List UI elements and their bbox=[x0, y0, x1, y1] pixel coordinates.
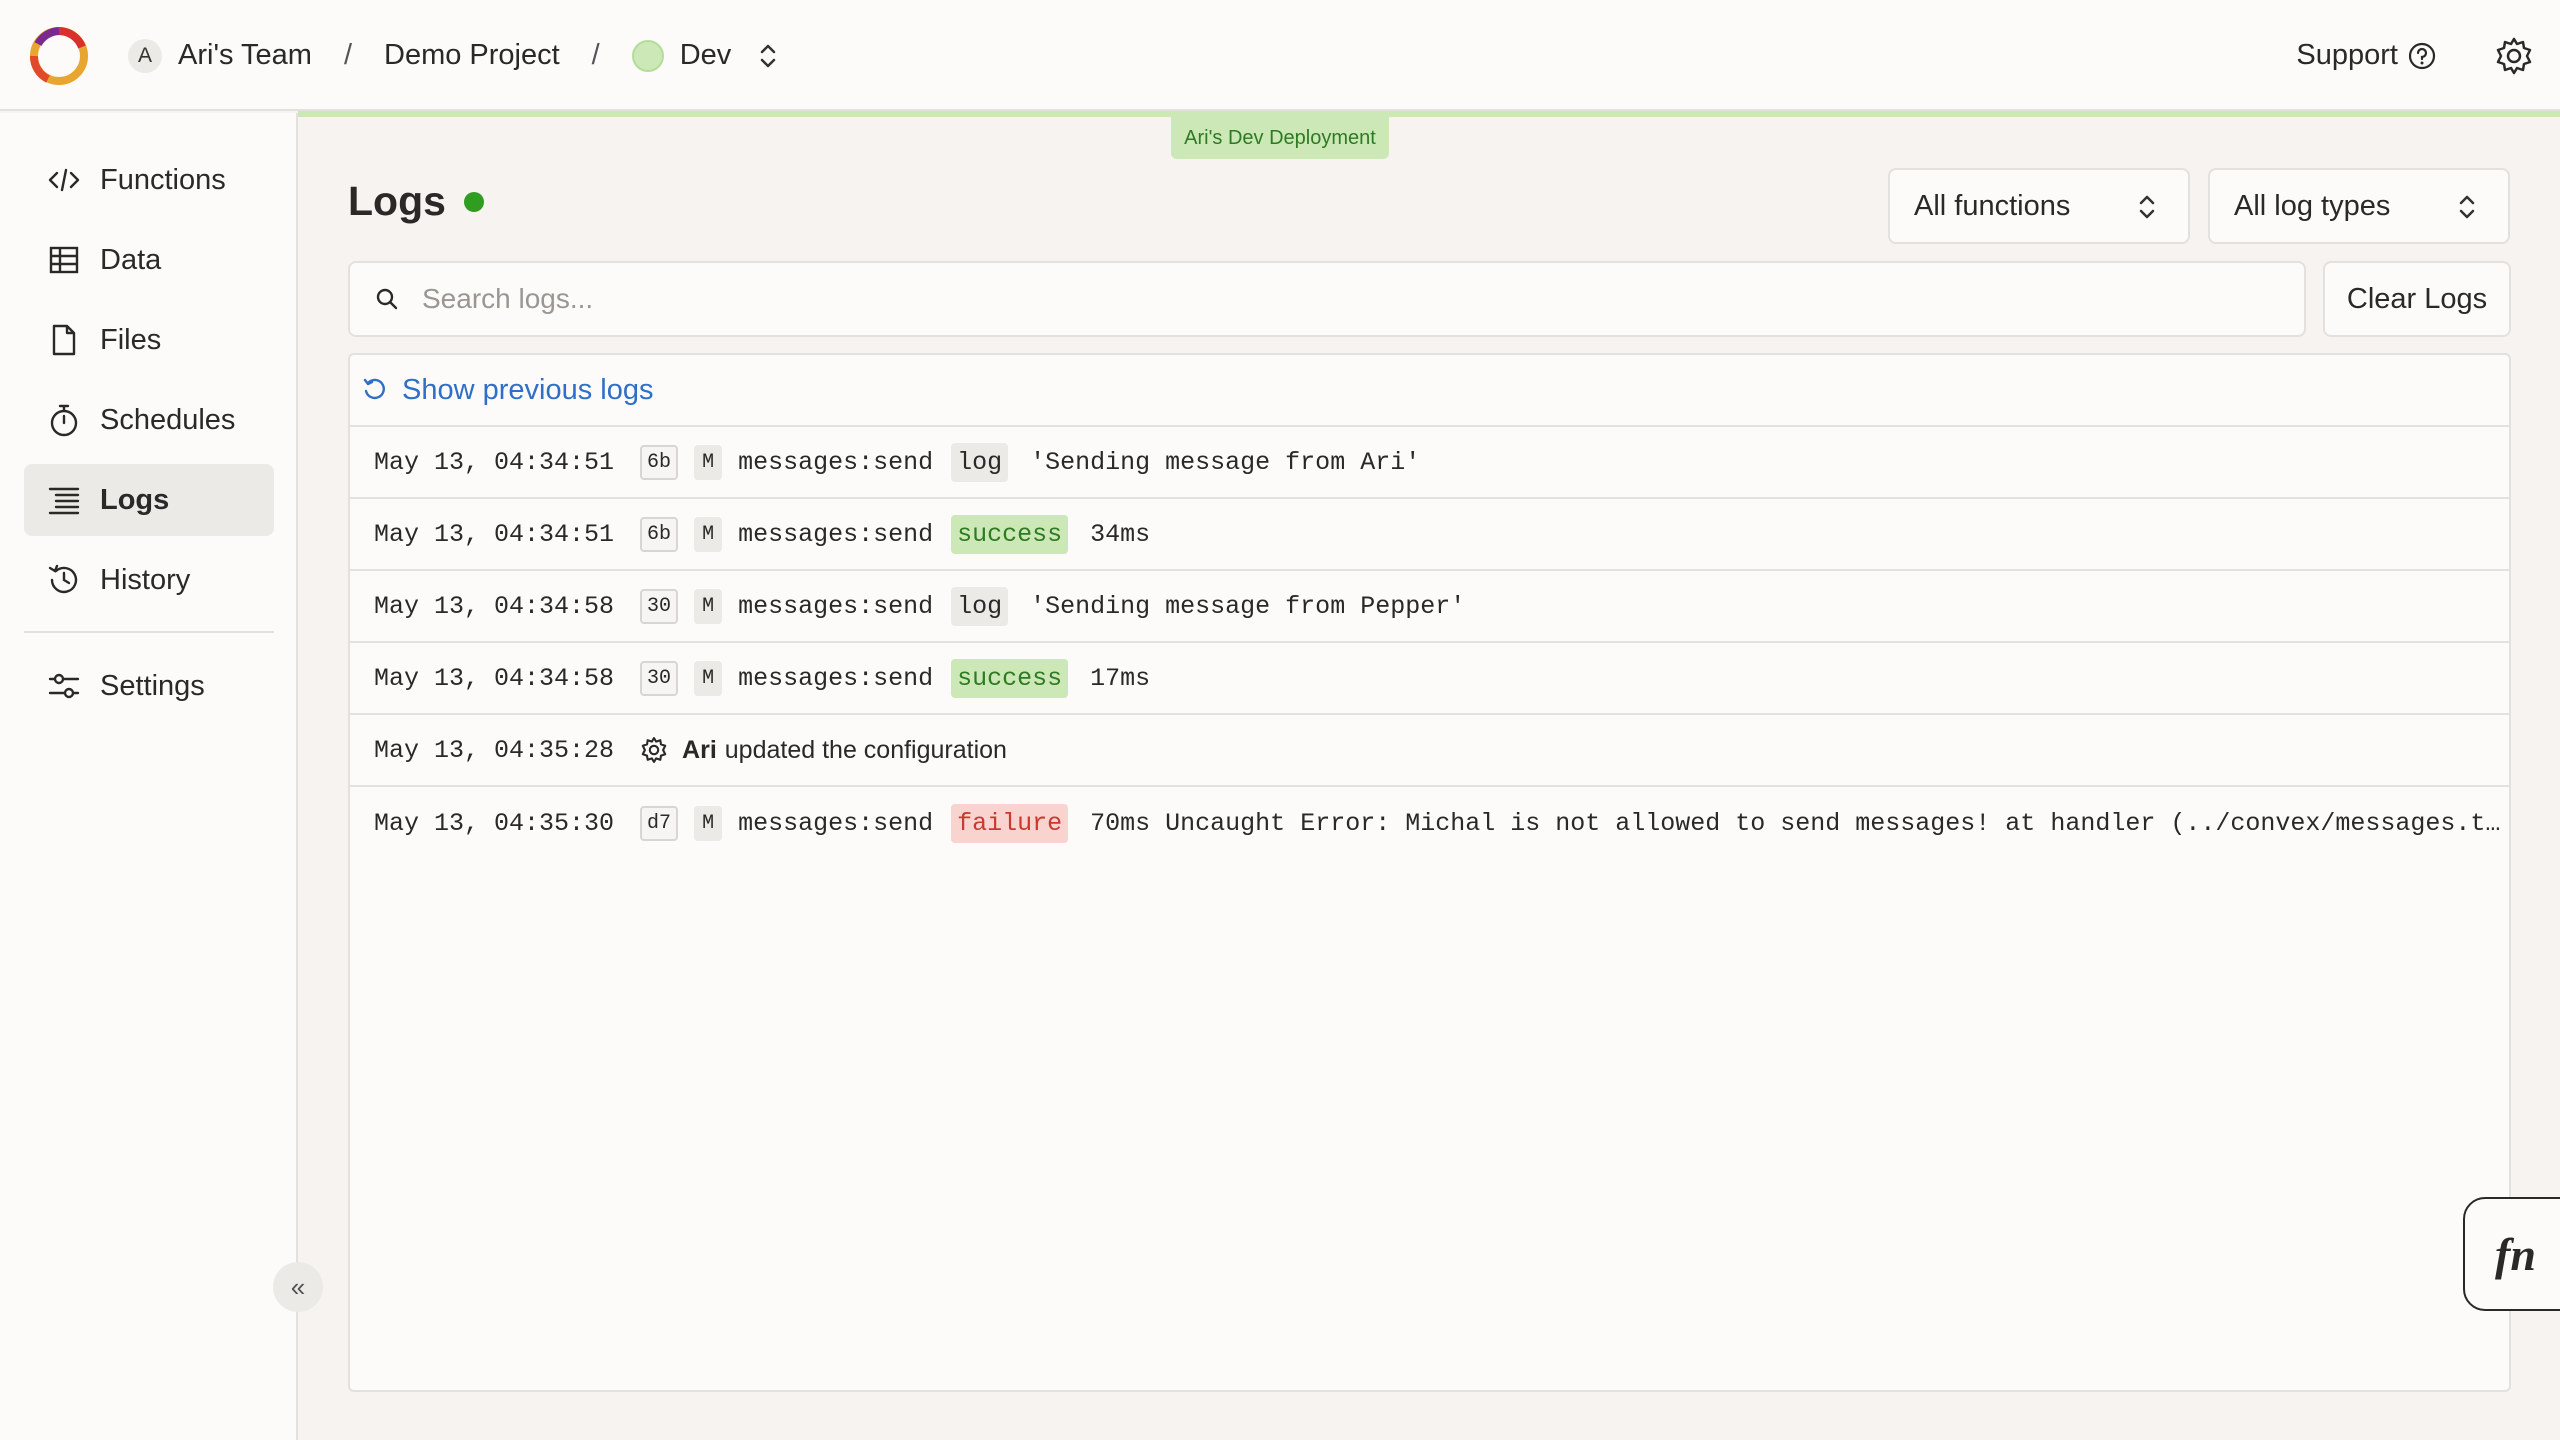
chevron-updown-icon bbox=[2139, 195, 2155, 219]
history-icon bbox=[48, 564, 78, 594]
search-box bbox=[348, 261, 2306, 337]
log-timestamp: May 13, 04:35:28 bbox=[374, 735, 615, 765]
page-title: Logs bbox=[348, 178, 484, 225]
chevron-updown-icon[interactable] bbox=[757, 41, 779, 71]
file-icon bbox=[52, 324, 76, 356]
breadcrumb-separator: / bbox=[591, 39, 600, 71]
log-message: 'Sending message from Pepper' bbox=[1030, 591, 1466, 621]
breadcrumb: A Ari's Team / Demo Project / Dev bbox=[128, 0, 779, 111]
log-timestamp: May 13, 04:34:51 bbox=[374, 519, 615, 549]
log-message: 'Sending message from Ari' bbox=[1030, 447, 1421, 477]
log-level-badge: success bbox=[951, 658, 1069, 698]
request-id-badge: d7 bbox=[640, 805, 679, 841]
top-bar: A Ari's Team / Demo Project / Dev Suppor… bbox=[0, 0, 2560, 111]
request-id-badge: 6b bbox=[640, 444, 679, 480]
log-row[interactable]: May 13, 04:34:51 6b M messages:send log … bbox=[350, 427, 2509, 499]
request-id-badge: 30 bbox=[640, 588, 679, 624]
log-timestamp: May 13, 04:34:58 bbox=[374, 663, 615, 693]
clear-logs-button[interactable]: Clear Logs bbox=[2323, 261, 2511, 337]
support-label: Support bbox=[2296, 39, 2398, 71]
sidebar-item-label: Logs bbox=[100, 483, 170, 516]
function-kind-badge: M bbox=[694, 805, 723, 841]
function-name: messages:send bbox=[738, 663, 934, 693]
function-name: messages:send bbox=[738, 519, 934, 549]
breadcrumb-separator: / bbox=[343, 39, 352, 71]
logs-panel: Show previous logs May 13, 04:34:51 6b M… bbox=[348, 353, 2511, 1392]
log-row[interactable]: May 13, 04:34:51 6b M messages:send succ… bbox=[350, 499, 2509, 571]
function-filter-value: All functions bbox=[1914, 189, 2071, 222]
show-previous-logs-link[interactable]: Show previous logs bbox=[350, 355, 2509, 427]
function-name: messages:send bbox=[738, 447, 934, 477]
undo-icon bbox=[363, 378, 385, 400]
gear-icon bbox=[641, 737, 667, 763]
sliders-icon bbox=[48, 673, 80, 699]
convex-logo-icon[interactable] bbox=[30, 27, 88, 85]
log-row[interactable]: May 13, 04:35:28 Ari updated the configu… bbox=[350, 715, 2509, 787]
log-message: 34ms bbox=[1090, 519, 1151, 549]
log-user: Ari bbox=[682, 735, 717, 764]
sidebar: Functions Data Files Schedules Logs Hist… bbox=[0, 113, 298, 1440]
team-name[interactable]: Ari's Team bbox=[178, 39, 312, 72]
log-level-badge: failure bbox=[951, 803, 1069, 843]
sidebar-item-files[interactable]: Files bbox=[24, 304, 274, 376]
sidebar-item-label: Schedules bbox=[100, 403, 236, 436]
log-timestamp: May 13, 04:34:58 bbox=[374, 591, 615, 621]
log-type-filter-select[interactable]: All log types bbox=[2208, 168, 2510, 244]
show-previous-logs-label: Show previous logs bbox=[402, 373, 654, 406]
code-icon bbox=[48, 168, 80, 192]
function-filter-select[interactable]: All functions bbox=[1888, 168, 2190, 244]
function-runner-button[interactable]: fn bbox=[2463, 1197, 2560, 1311]
log-row[interactable]: May 13, 04:34:58 30 M messages:send log … bbox=[350, 571, 2509, 643]
log-row[interactable]: May 13, 04:34:58 30 M messages:send succ… bbox=[350, 643, 2509, 715]
sidebar-item-logs[interactable]: Logs bbox=[24, 464, 274, 536]
function-kind-badge: M bbox=[694, 660, 723, 696]
sidebar-item-functions[interactable]: Functions bbox=[24, 144, 274, 216]
support-button[interactable]: Support bbox=[2296, 0, 2436, 111]
list-icon bbox=[48, 487, 80, 515]
function-name: messages:send bbox=[738, 591, 934, 621]
log-level-badge: log bbox=[951, 586, 1009, 626]
sidebar-item-settings[interactable]: Settings bbox=[24, 650, 274, 722]
log-message: 70ms Uncaught Error: Michal is not allow… bbox=[1090, 808, 2509, 838]
log-timestamp: May 13, 04:35:30 bbox=[374, 808, 615, 838]
sidebar-item-label: Files bbox=[100, 323, 162, 356]
function-name: messages:send bbox=[738, 808, 934, 838]
sidebar-item-label: Functions bbox=[100, 163, 226, 196]
log-message: 17ms bbox=[1090, 663, 1151, 693]
environment-dot bbox=[631, 39, 664, 72]
sidebar-divider bbox=[24, 631, 274, 633]
sidebar-item-label: Data bbox=[100, 243, 162, 276]
live-status-dot bbox=[463, 191, 484, 212]
log-timestamp: May 13, 04:34:51 bbox=[374, 447, 615, 477]
request-id-badge: 6b bbox=[640, 516, 679, 552]
sidebar-item-data[interactable]: Data bbox=[24, 224, 274, 296]
log-level-badge: log bbox=[951, 442, 1009, 482]
sidebar-item-history[interactable]: History bbox=[24, 544, 274, 616]
gear-icon[interactable] bbox=[2494, 36, 2534, 76]
function-kind-badge: M bbox=[694, 588, 723, 624]
team-avatar[interactable]: A bbox=[128, 38, 162, 73]
sidebar-item-label: Settings bbox=[100, 669, 205, 702]
request-id-badge: 30 bbox=[640, 660, 679, 696]
function-kind-badge: M bbox=[694, 516, 723, 552]
deployment-badge: Ari's Dev Deployment bbox=[1171, 117, 1389, 159]
page-title-text: Logs bbox=[348, 178, 446, 224]
sidebar-item-label: History bbox=[100, 563, 191, 596]
environment-name[interactable]: Dev bbox=[680, 39, 732, 72]
search-icon bbox=[376, 288, 398, 310]
table-icon bbox=[49, 246, 79, 274]
project-name[interactable]: Demo Project bbox=[384, 39, 560, 72]
log-level-badge: success bbox=[951, 514, 1069, 554]
environment-indicator-line bbox=[298, 111, 2560, 117]
chevron-updown-icon bbox=[2459, 195, 2475, 219]
search-input[interactable] bbox=[422, 283, 2222, 315]
function-kind-badge: M bbox=[694, 444, 723, 480]
collapse-sidebar-button[interactable]: « bbox=[273, 1262, 323, 1312]
help-icon bbox=[2408, 42, 2436, 69]
log-action: updated the configuration bbox=[724, 735, 1007, 764]
sidebar-item-schedules[interactable]: Schedules bbox=[24, 384, 274, 456]
log-type-filter-value: All log types bbox=[2234, 189, 2391, 222]
stopwatch-icon bbox=[50, 404, 78, 437]
log-row[interactable]: May 13, 04:35:30 d7 M messages:send fail… bbox=[350, 787, 2509, 859]
